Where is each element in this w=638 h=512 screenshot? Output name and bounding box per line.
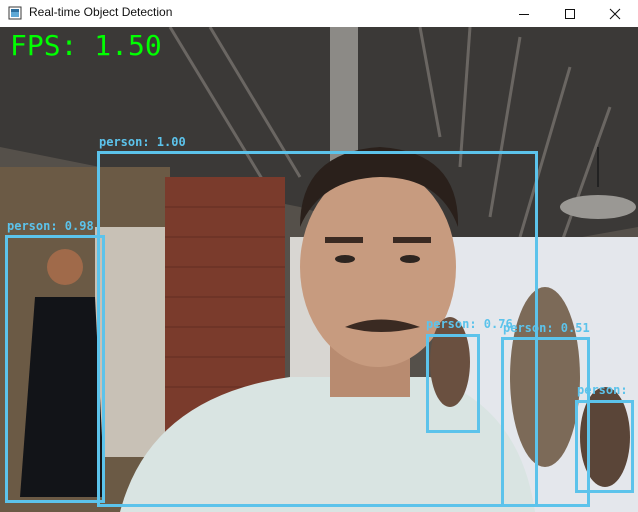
- app-window: Real-time Object Detection FPS: 1.50 per…: [0, 0, 638, 512]
- detection-label: person: 1.00: [99, 135, 186, 149]
- fps-counter: FPS: 1.50: [10, 29, 162, 62]
- detection-box: [426, 334, 480, 433]
- title-bar[interactable]: Real-time Object Detection: [0, 0, 638, 27]
- close-icon: [609, 8, 621, 19]
- minimize-icon: [519, 13, 529, 15]
- window-title: Real-time Object Detection: [29, 5, 173, 19]
- detection-box: [575, 400, 634, 493]
- app-icon: [8, 6, 22, 20]
- detection-label: person:: [577, 383, 628, 397]
- maximize-icon: [565, 8, 575, 19]
- maximize-button[interactable]: [547, 0, 593, 27]
- detection-label: person: 0.76: [426, 317, 513, 331]
- close-button[interactable]: [592, 0, 638, 27]
- detection-label: person: 0.51: [503, 321, 590, 335]
- minimize-button[interactable]: [501, 0, 547, 27]
- camera-frame: FPS: 1.50 person: 1.00 person: 0.98 pers…: [0, 27, 638, 512]
- detection-box: [5, 235, 105, 503]
- detection-label: person: 0.98: [7, 219, 94, 233]
